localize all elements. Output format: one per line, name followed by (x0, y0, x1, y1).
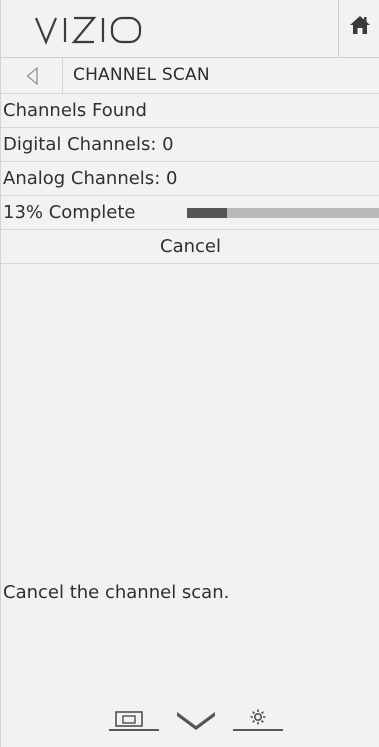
input-underline (109, 729, 159, 731)
channels-found-row: Channels Found (1, 94, 379, 128)
analog-channels-label: Analog Channels: 0 (3, 168, 178, 189)
page-title: CHANNEL SCAN (73, 65, 210, 85)
digital-channels-label: Digital Channels: 0 (3, 134, 174, 155)
home-icon (350, 16, 370, 34)
settings-underline (233, 729, 283, 731)
title-row: CHANNEL SCAN (1, 58, 379, 94)
analog-channels-row: Analog Channels: 0 (1, 162, 379, 196)
digital-channels-row: Digital Channels: 0 (1, 128, 379, 162)
vizio-v-icon (177, 712, 215, 730)
cancel-label: Cancel (160, 236, 221, 257)
home-button[interactable] (338, 0, 379, 57)
bottom-bar (1, 700, 379, 747)
help-text: Cancel the channel scan. (3, 582, 230, 603)
progress-bar (187, 208, 379, 218)
cancel-button[interactable]: Cancel (1, 230, 379, 264)
back-triangle-icon (26, 67, 38, 85)
input-button[interactable] (109, 700, 159, 731)
progress-label: 13% Complete (3, 202, 136, 223)
gear-icon (250, 709, 266, 725)
progress-bar-fill (187, 208, 227, 218)
picture-in-picture-icon (115, 711, 143, 727)
back-button[interactable] (1, 58, 63, 93)
progress-row: 13% Complete (1, 196, 379, 230)
menu-panel: CHANNEL SCAN Channels Found Digital Chan… (0, 0, 379, 747)
header (1, 0, 379, 58)
channels-found-label: Channels Found (3, 100, 147, 121)
menu-rows: CHANNEL SCAN Channels Found Digital Chan… (1, 58, 379, 264)
vizio-menu-button[interactable] (175, 708, 217, 734)
settings-button[interactable] (233, 700, 283, 731)
vizio-logo (34, 16, 142, 45)
